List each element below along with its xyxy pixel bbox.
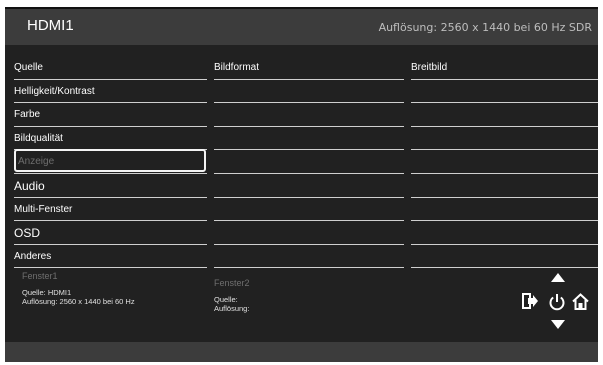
home-icon[interactable] <box>572 293 589 310</box>
option-empty-row <box>411 198 598 222</box>
osd-navigation <box>522 273 590 333</box>
submenu-empty-row <box>214 245 404 269</box>
option-empty-row <box>411 80 598 104</box>
menu-item-audio[interactable]: Audio <box>14 174 207 198</box>
arrow-down-icon[interactable] <box>551 320 565 329</box>
option-empty-row <box>411 150 598 174</box>
menu-item-label: Multi-Fenster <box>14 203 73 215</box>
submenu-empty-row <box>214 198 404 222</box>
submenu-column: Bildformat <box>214 56 404 269</box>
submenu-empty-row <box>214 150 404 174</box>
input-source-icon[interactable] <box>522 293 539 309</box>
option-empty-row <box>411 221 598 245</box>
menu-item-helligkeit-kontrast[interactable]: Helligkeit/Kontrast <box>14 80 207 104</box>
menu-item-quelle[interactable]: Quelle <box>14 56 207 80</box>
window2-source: Quelle: <box>214 295 238 304</box>
menu-item-osd[interactable]: OSD <box>14 221 207 245</box>
arrow-up-icon[interactable] <box>551 273 565 282</box>
menu-item-bildqualitaet[interactable]: Bildqualität <box>14 127 207 151</box>
option-empty-row <box>411 174 598 198</box>
submenu-label: Bildformat <box>214 62 260 73</box>
input-title: HDMI1 <box>27 17 74 34</box>
submenu-empty-row <box>214 80 404 104</box>
window1-resolution: Auflösung: 2560 x 1440 bei 60 Hz <box>22 297 135 306</box>
submenu-empty-row <box>214 103 404 127</box>
option-empty-row <box>411 245 598 269</box>
window2-resolution: Auflösung: <box>214 304 250 313</box>
menu-item-label: Quelle <box>14 62 43 73</box>
selection-highlight <box>14 149 206 172</box>
submenu-empty-row <box>214 127 404 151</box>
osd-bottom-bar <box>5 342 598 362</box>
option-label: Breitbild <box>411 62 448 73</box>
submenu-item-bildformat[interactable]: Bildformat <box>214 56 404 80</box>
menu-item-label: Audio <box>14 178 45 193</box>
menu-item-farbe[interactable]: Farbe <box>14 103 207 127</box>
window1-source: Quelle: HDMI1 <box>22 288 72 297</box>
osd-header: HDMI1 Auflösung: 2560 x 1440 bei 60 Hz S… <box>5 9 598 45</box>
menu-item-multi-fenster[interactable]: Multi-Fenster <box>14 198 207 222</box>
osd-panel: HDMI1 Auflösung: 2560 x 1440 bei 60 Hz S… <box>5 7 598 362</box>
menu-item-label: Anderes <box>14 250 52 262</box>
window2-title: Fenster2 <box>214 278 250 288</box>
menu-item-label: Bildqualität <box>14 132 63 144</box>
power-icon[interactable] <box>548 293 566 311</box>
submenu-empty-row <box>214 221 404 245</box>
submenu-empty-row <box>214 174 404 198</box>
menu-item-anderes[interactable]: Anderes <box>14 245 207 269</box>
window2-info: Fenster2 Quelle: Auflösung: <box>214 278 250 314</box>
option-column: Breitbild <box>411 56 598 269</box>
window1-title: Fenster1 <box>22 271 58 281</box>
resolution-status: Auflösung: 2560 x 1440 bei 60 Hz SDR <box>378 21 592 34</box>
window1-info: Fenster1 Quelle: HDMI1 Auflösung: 2560 x… <box>22 271 135 307</box>
menu-item-label: OSD <box>14 226 41 241</box>
menu-item-label: Farbe <box>14 109 41 121</box>
option-item-breitbild[interactable]: Breitbild <box>411 56 598 80</box>
menu-item-label: Helligkeit/Kontrast <box>14 85 95 97</box>
option-empty-row <box>411 127 598 151</box>
option-empty-row <box>411 103 598 127</box>
